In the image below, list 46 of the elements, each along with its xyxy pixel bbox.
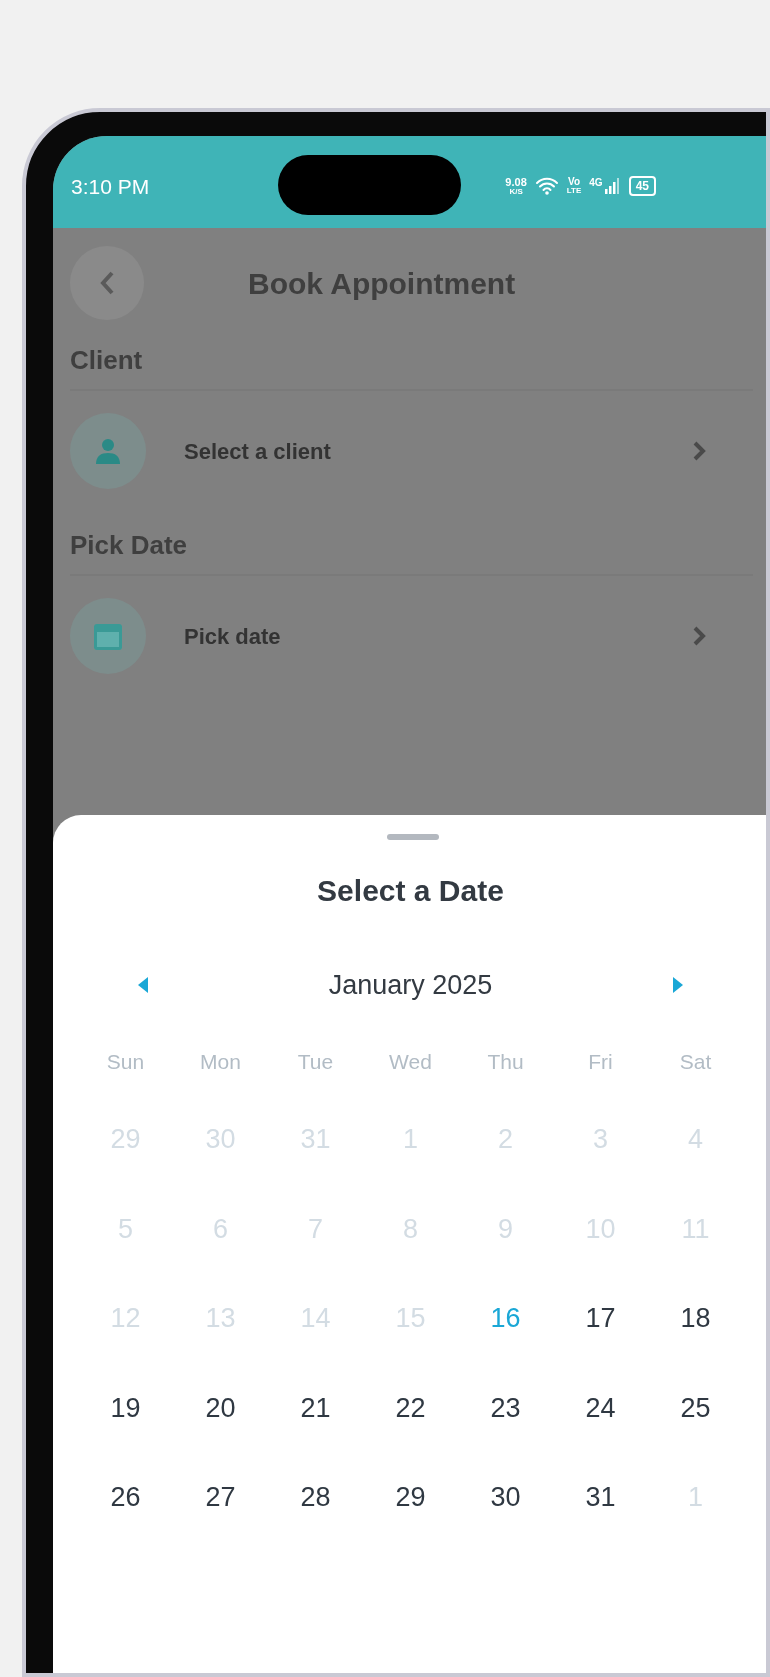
screen-title: Book Appointment — [248, 265, 516, 302]
day-cell[interactable]: 21 — [298, 1394, 333, 1422]
day-cell[interactable]: 31 — [583, 1484, 618, 1512]
person-icon — [96, 438, 120, 464]
row-label: Select a client — [184, 437, 332, 466]
volte-text: Vo — [568, 177, 581, 187]
weekday-label: Mon — [200, 1048, 241, 1075]
chevron-right-icon — [692, 625, 706, 647]
day-cell[interactable]: 25 — [678, 1394, 713, 1422]
drag-handle[interactable] — [386, 834, 439, 840]
status-time: 3:10 PM — [71, 174, 151, 201]
day-cell[interactable]: 28 — [298, 1484, 333, 1512]
signal-icon — [604, 178, 621, 194]
left-triangle-icon — [138, 977, 148, 994]
day-cell[interactable]: 24 — [583, 1394, 618, 1422]
day-cell[interactable]: 17 — [583, 1305, 618, 1333]
weekday-label: Sun — [106, 1048, 145, 1075]
day-cell[interactable]: 22 — [393, 1394, 428, 1422]
battery-indicator: 45 — [628, 176, 656, 196]
chevron-right-icon — [692, 440, 706, 462]
volte-text: LTE — [566, 187, 582, 195]
weekday-label: Wed — [389, 1048, 432, 1075]
day-cell[interactable]: 19 — [108, 1394, 143, 1422]
net-unit-text: K/S — [509, 187, 523, 196]
row-label: Pick date — [184, 622, 282, 651]
section-heading: Client — [70, 344, 143, 377]
network-type-text: 4G — [589, 178, 603, 188]
right-triangle-icon — [673, 977, 683, 994]
weekday-label: Fri — [588, 1048, 613, 1075]
day-cell[interactable]: 20 — [203, 1394, 238, 1422]
month-label: January 2025 — [328, 969, 493, 1002]
day-cell[interactable]: 30 — [488, 1484, 523, 1512]
calendar-icon — [93, 621, 123, 651]
day-cell[interactable]: 23 — [488, 1394, 523, 1422]
wifi-icon — [534, 177, 559, 195]
net-speed-text: 9.08 — [505, 176, 527, 188]
weekday-label: Tue — [297, 1048, 334, 1075]
day-cell[interactable]: 26 — [108, 1484, 143, 1512]
weekday-label: Thu — [487, 1048, 524, 1075]
day-cell[interactable]: 29 — [393, 1484, 428, 1512]
back-icon — [99, 270, 115, 296]
day-cell[interactable]: 27 — [203, 1484, 238, 1512]
section-heading: Pick Date — [70, 529, 188, 562]
weekday-label: Sat — [679, 1048, 712, 1075]
sheet-title: Select a Date — [317, 873, 504, 909]
day-cell[interactable]: 18 — [678, 1305, 713, 1333]
